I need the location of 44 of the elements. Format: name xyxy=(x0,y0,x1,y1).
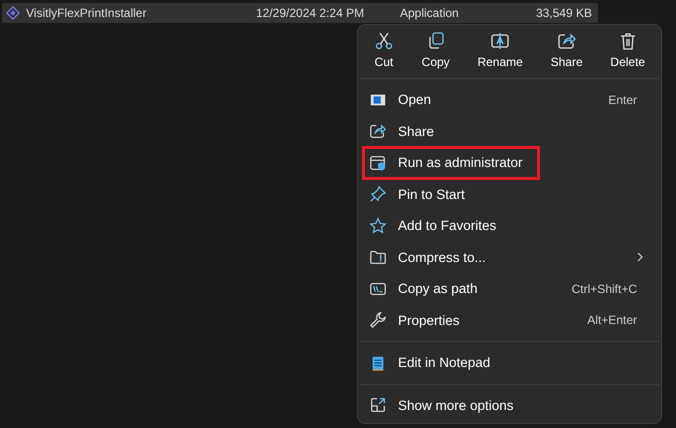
menu-item[interactable]: Run as administrator xyxy=(358,147,661,178)
action-button[interactable]: Delete xyxy=(604,27,652,73)
item-label: Properties xyxy=(398,312,460,328)
menu-item[interactable]: Pin to Start xyxy=(358,178,661,210)
item-label: Share xyxy=(398,124,434,139)
folder-zip-icon xyxy=(369,248,387,266)
menu-item[interactable]: Share xyxy=(358,116,661,147)
star-icon xyxy=(369,216,387,235)
file-row[interactable]: VisitlyFlexPrintInstaller 12/29/2024 2:24 PM Application 33,549 KB xyxy=(2,3,598,23)
file-type: Application xyxy=(400,6,460,20)
item-label: Pin to Start xyxy=(398,186,465,202)
diamond-icon xyxy=(6,6,20,20)
file-name: VisitlyFlexPrintInstaller xyxy=(26,6,148,20)
shield-window-icon xyxy=(369,154,387,172)
item-label: Add to Favorites xyxy=(398,218,496,234)
item-label: Copy as path xyxy=(398,281,478,296)
item-label: Compress to... xyxy=(398,250,486,265)
menu-item[interactable]: Show more options xyxy=(358,390,661,421)
share-icon xyxy=(369,122,387,140)
item-label: Run as administrator xyxy=(398,155,523,170)
menu-item[interactable]: Compress to... xyxy=(358,242,661,273)
share-icon xyxy=(556,31,577,51)
wrench-icon xyxy=(369,311,387,330)
cut-icon xyxy=(374,31,394,51)
item-label: Show more options xyxy=(398,398,514,413)
menu-item[interactable]: Add to Favorites xyxy=(358,210,661,242)
action-button[interactable]: Rename xyxy=(471,27,529,73)
menu-item[interactable]: Open Enter xyxy=(358,84,661,116)
item-label: Open xyxy=(398,92,432,108)
action-button[interactable]: Copy xyxy=(416,27,456,73)
rename-icon xyxy=(490,31,510,51)
shortcut-text: Ctrl+Shift+C xyxy=(572,282,637,296)
action-button[interactable]: Cut xyxy=(368,27,400,73)
action-button[interactable]: Share xyxy=(544,27,589,73)
file-size: 33,549 KB xyxy=(536,6,593,20)
shortcut-text: Enter xyxy=(608,92,637,107)
expand-icon xyxy=(369,396,387,414)
item-label: Edit in Notepad xyxy=(398,355,490,370)
file-date: 12/29/2024 2:24 PM xyxy=(256,6,366,20)
menu-item[interactable]: Properties Alt+Enter xyxy=(358,304,661,336)
menu-item[interactable]: Edit in Notepad xyxy=(358,347,661,378)
pin-icon xyxy=(369,185,387,204)
shortcut-text: Alt+Enter xyxy=(587,313,637,328)
menu-item[interactable]: Copy as path Ctrl+Shift+C xyxy=(358,273,661,304)
